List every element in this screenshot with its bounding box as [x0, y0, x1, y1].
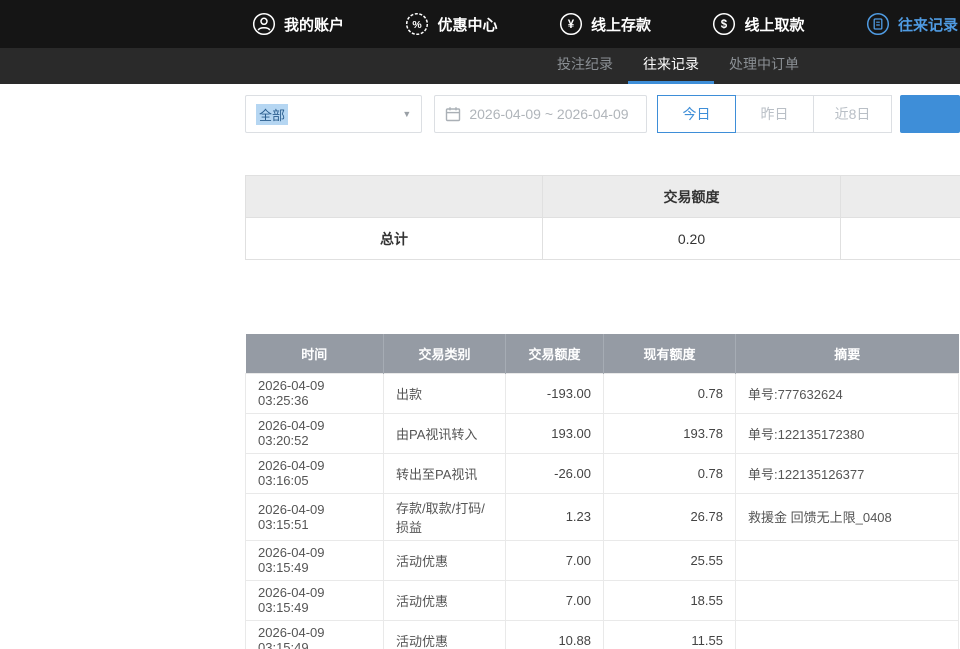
table-row: 2026-04-09 03:16:05转出至PA视讯-26.000.78单号:1… [246, 453, 959, 493]
cell: 2026-04-09 03:25:36 [246, 373, 384, 413]
today-button[interactable]: 今日 [657, 95, 736, 133]
filter-bar: 全部 ▼ 2026-04-09 ~ 2026-04-09 今日 昨日 近8日 [245, 95, 960, 133]
cell: 活动优惠 [384, 580, 506, 620]
cell: 2026-04-09 03:15:51 [246, 493, 384, 540]
cell: 救援金 回馈无上限_0408 [736, 493, 959, 540]
cell: 0.78 [604, 453, 736, 493]
transaction-type-select[interactable]: 全部 ▼ [245, 95, 422, 133]
nav-promotions[interactable]: % 优惠中心 [405, 12, 497, 36]
nav-label: 线上存款 [591, 14, 651, 35]
summary-total-label: 总计 [246, 218, 543, 260]
nav-label: 线上取款 [744, 14, 804, 35]
svg-text:$: $ [721, 19, 728, 31]
column-header: 现有额度 [604, 334, 736, 373]
cell: 2026-04-09 03:15:49 [246, 620, 384, 649]
cell: 25.55 [604, 540, 736, 580]
summary-table: 交易额度 总计 0.20 [245, 175, 960, 260]
column-header: 交易额度 [506, 334, 604, 373]
cell: 单号:122135172380 [736, 413, 959, 453]
quick-date-buttons: 今日 昨日 近8日 [657, 95, 892, 133]
chevron-down-icon: ▼ [402, 109, 411, 119]
sub-navbar: 投注纪录 往来记录 处理中订单 [0, 48, 960, 84]
cell: 2026-04-09 03:15:49 [246, 540, 384, 580]
summary-total-value: 0.20 [543, 218, 841, 260]
cell: 18.55 [604, 580, 736, 620]
last-8-days-button[interactable]: 近8日 [813, 95, 892, 133]
column-header: 摘要 [736, 334, 959, 373]
table-row: 2026-04-09 03:15:49活动优惠7.0018.55 [246, 580, 959, 620]
promo-icon: % [405, 12, 429, 36]
table-body: 2026-04-09 03:25:36出款-193.000.78单号:77763… [246, 373, 959, 649]
cell: 由PA视讯转入 [384, 413, 506, 453]
cell: 存款/取款/打码/损益 [384, 493, 506, 540]
nav-my-account[interactable]: 我的账户 [252, 12, 344, 36]
cell [736, 540, 959, 580]
summary-header-row: 交易额度 [246, 176, 960, 218]
cell: 单号:777632624 [736, 373, 959, 413]
nav-label: 我的账户 [284, 14, 344, 35]
svg-text:¥: ¥ [568, 19, 575, 31]
column-header: 时间 [246, 334, 384, 373]
svg-text:%: % [413, 19, 423, 31]
records-icon [866, 12, 890, 36]
transactions-table: 时间交易类别交易额度现有额度摘要 2026-04-09 03:25:36出款-1… [245, 334, 959, 649]
nav-label: 往来记录 [898, 14, 958, 35]
cell: 出款 [384, 373, 506, 413]
transaction-type-value: 全部 [256, 104, 288, 125]
record-tabs: 投注纪录 往来记录 处理中订单 [542, 48, 814, 84]
cell: 活动优惠 [384, 540, 506, 580]
table-header-row: 时间交易类别交易额度现有额度摘要 [246, 334, 959, 373]
summary-header-clipped [841, 176, 960, 218]
nav-transaction-records[interactable]: 往来记录 [866, 12, 958, 36]
tab-betting-records[interactable]: 投注纪录 [542, 48, 628, 84]
table-row: 2026-04-09 03:15:51存款/取款/打码/损益1.2326.78救… [246, 493, 959, 540]
cell: 193.78 [604, 413, 736, 453]
nav-online-withdrawal[interactable]: $ 线上取款 [712, 12, 804, 36]
table-row: 2026-04-09 03:20:52由PA视讯转入193.00193.78单号… [246, 413, 959, 453]
summary-header-label: 交易额度 [543, 176, 841, 218]
cell: 活动优惠 [384, 620, 506, 649]
cell: 单号:122135126377 [736, 453, 959, 493]
cell: 7.00 [506, 540, 604, 580]
cell: -26.00 [506, 453, 604, 493]
cell [736, 580, 959, 620]
cell: -193.00 [506, 373, 604, 413]
cell: 26.78 [604, 493, 736, 540]
cell: 1.23 [506, 493, 604, 540]
nav-online-deposit[interactable]: ¥ 线上存款 [559, 12, 651, 36]
top-nav-items: 我的账户 % 优惠中心 ¥ 线上存款 $ 线上取款 往来记录 [252, 12, 960, 36]
deposit-icon: ¥ [559, 12, 583, 36]
cell: 7.00 [506, 580, 604, 620]
cell: 转出至PA视讯 [384, 453, 506, 493]
tab-processing-orders[interactable]: 处理中订单 [714, 48, 814, 84]
summary-value-clipped [841, 218, 960, 260]
summary-section: 交易额度 总计 0.20 [245, 175, 960, 260]
calendar-icon [445, 106, 461, 122]
table-row: 2026-04-09 03:15:49活动优惠7.0025.55 [246, 540, 959, 580]
summary-header-empty [246, 176, 543, 218]
cell: 2026-04-09 03:20:52 [246, 413, 384, 453]
tab-transaction-records[interactable]: 往来记录 [628, 48, 714, 84]
cell: 193.00 [506, 413, 604, 453]
cell: 10.88 [506, 620, 604, 649]
table-row: 2026-04-09 03:25:36出款-193.000.78单号:77763… [246, 373, 959, 413]
cell: 0.78 [604, 373, 736, 413]
nav-label: 优惠中心 [437, 14, 497, 35]
cell: 2026-04-09 03:15:49 [246, 580, 384, 620]
transactions-section: 时间交易类别交易额度现有额度摘要 2026-04-09 03:25:36出款-1… [245, 334, 960, 649]
date-range-value: 2026-04-09 ~ 2026-04-09 [469, 106, 628, 122]
search-button[interactable] [900, 95, 960, 133]
table-row: 2026-04-09 03:15:49活动优惠10.8811.55 [246, 620, 959, 649]
withdraw-icon: $ [712, 12, 736, 36]
user-icon [252, 12, 276, 36]
cell: 2026-04-09 03:16:05 [246, 453, 384, 493]
cell [736, 620, 959, 649]
column-header: 交易类别 [384, 334, 506, 373]
top-navbar: 我的账户 % 优惠中心 ¥ 线上存款 $ 线上取款 往来记录 [0, 0, 960, 48]
yesterday-button[interactable]: 昨日 [735, 95, 814, 133]
cell: 11.55 [604, 620, 736, 649]
date-range-input[interactable]: 2026-04-09 ~ 2026-04-09 [434, 95, 647, 133]
summary-total-row: 总计 0.20 [246, 218, 960, 260]
